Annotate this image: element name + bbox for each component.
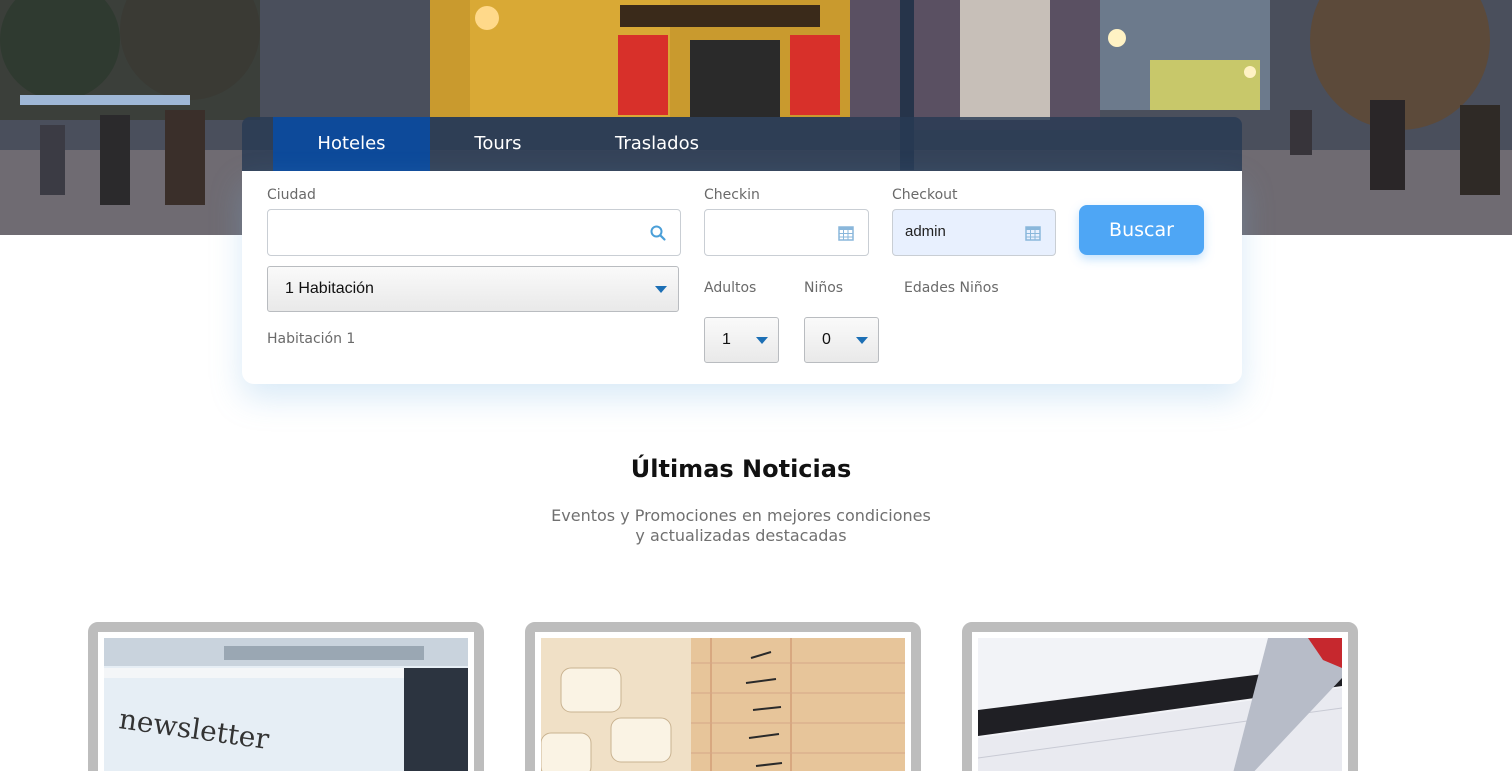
search-icon [650,225,666,241]
news-card-image-calendar [978,638,1342,771]
search-tabs: Hoteles Tours Traslados [242,117,1242,171]
news-card-2[interactable] [525,622,921,771]
buscar-button[interactable]: Buscar [1079,205,1204,255]
chevron-down-icon [856,337,868,344]
tab-hoteles[interactable]: Hoteles [273,117,430,171]
adultos-select-value: 1 [722,331,731,348]
tab-tours[interactable]: Tours [442,117,554,171]
news-card-image-calculator [541,638,905,771]
checkout-value: admin [905,223,946,240]
ciudad-label: Ciudad [267,187,316,203]
news-card-1[interactable]: newsletter [88,622,484,771]
chevron-down-icon [655,286,667,293]
calendar-icon [1025,226,1041,241]
adultos-select[interactable]: 1 [704,317,779,363]
adultos-label: Adultos [704,280,757,296]
ninos-select[interactable]: 0 [804,317,879,363]
room-1-label: Habitación 1 [267,331,356,347]
checkin-label: Checkin [704,187,760,203]
checkin-input[interactable] [704,209,869,256]
rooms-select[interactable]: 1 Habitación [267,266,679,312]
rooms-select-value: 1 Habitación [285,280,374,297]
checkout-input[interactable]: admin [892,209,1056,256]
news-subtitle: Eventos y Promociones en mejores condici… [0,506,1482,546]
chevron-down-icon [756,337,768,344]
news-subtitle-line-2: y actualizadas destacadas [635,526,847,545]
hotel-search-panel: Ciudad Checkin Checkout admin Buscar 1 H… [242,171,1242,384]
ninos-select-value: 0 [822,331,831,348]
news-card-3[interactable] [962,622,1358,771]
calendar-icon [838,226,854,241]
ninos-label: Niños [804,280,844,296]
checkout-label: Checkout [892,187,958,203]
ciudad-input[interactable] [267,209,681,256]
tab-traslados[interactable]: Traslados [582,117,732,171]
news-title: Últimas Noticias [630,455,852,483]
news-subtitle-line-1: Eventos y Promociones en mejores condici… [551,506,931,525]
edades-ninos-label: Edades Niños [904,280,999,296]
news-card-image-newsletter: newsletter [104,638,468,771]
